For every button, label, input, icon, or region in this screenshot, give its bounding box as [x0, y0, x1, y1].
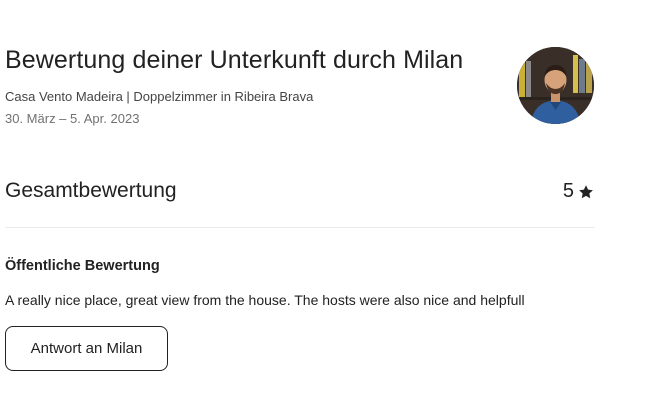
- stay-dates: 30. März – 5. Apr. 2023: [5, 111, 140, 126]
- star-icon: [579, 185, 593, 199]
- overall-rating: 5: [563, 180, 594, 203]
- rating-value: 5: [562, 180, 574, 202]
- listing-name: Casa Vento Madeira | Doppelzimmer in Rib…: [5, 89, 314, 104]
- section-divider: [5, 227, 595, 228]
- avatar-photo: [517, 47, 594, 124]
- public-review-heading: Öffentliche Bewertung: [5, 258, 160, 274]
- avatar[interactable]: [517, 47, 594, 124]
- reply-button[interactable]: Antwort an Milan: [5, 326, 168, 371]
- public-review-text: A really nice place, great view from the…: [5, 292, 525, 308]
- overall-rating-label: Gesamtbewertung: [5, 179, 177, 202]
- page-title: Bewertung deiner Unterkunft durch Milan: [5, 46, 464, 74]
- review-page: Bewertung deiner Unterkunft durch Milan …: [0, 0, 650, 400]
